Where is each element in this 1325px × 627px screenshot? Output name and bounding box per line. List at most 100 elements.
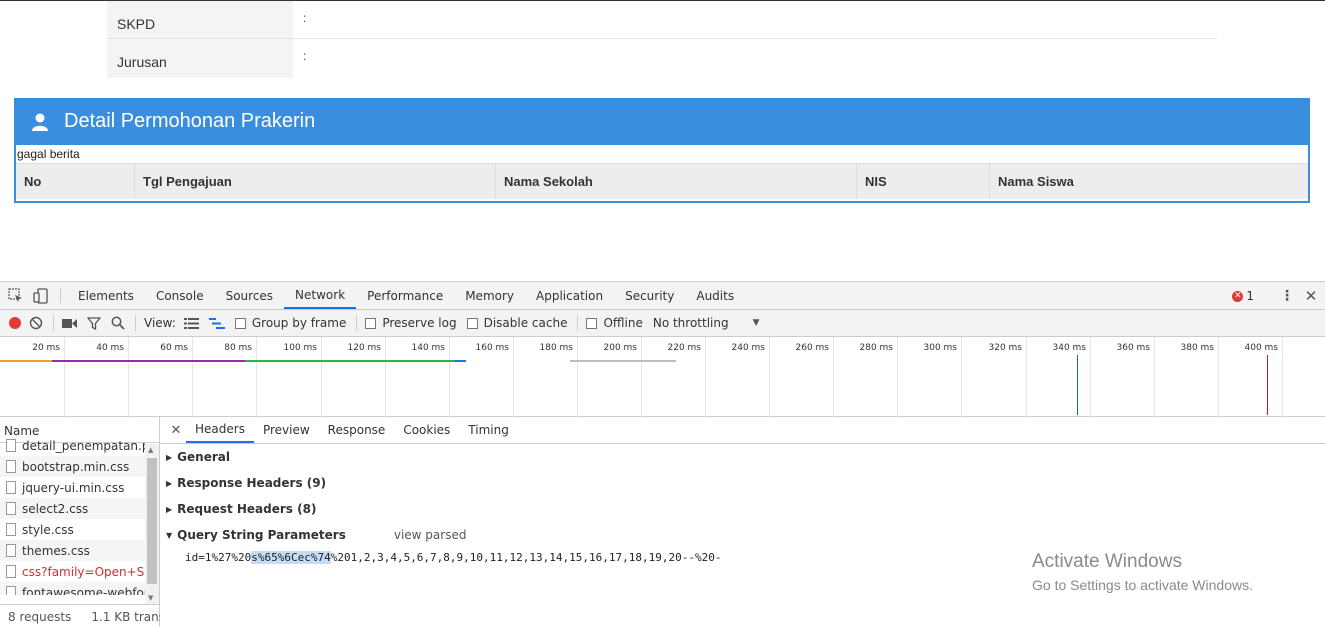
file-icon	[6, 460, 16, 473]
waterfall-view-icon[interactable]	[208, 317, 225, 329]
tab-headers[interactable]: Headers	[186, 417, 254, 443]
timeline-tick-label: 180 ms	[539, 343, 574, 353]
filter-icon[interactable]	[87, 316, 101, 330]
request-name: css?family=Open+Sans	[22, 564, 145, 579]
timeline-tick-label: 40 ms	[96, 343, 124, 353]
close-icon[interactable]: ✕	[1297, 287, 1325, 305]
panel-title: Detail Permohonan Prakerin	[64, 110, 316, 132]
scroll-thumb[interactable]	[147, 458, 157, 584]
request-name: select2.css	[22, 501, 89, 516]
checkbox-label: Disable cache	[483, 316, 568, 330]
timeline-gridline	[897, 337, 898, 417]
column-header-nis[interactable]: NIS	[857, 164, 990, 199]
tab-memory[interactable]: Memory	[454, 282, 525, 309]
offline-checkbox[interactable]: Offline	[586, 316, 643, 330]
timeline-tick-label: 200 ms	[603, 343, 638, 353]
scroll-up-icon[interactable]: ▲	[148, 446, 153, 454]
request-row[interactable]: themes.css	[0, 540, 145, 561]
scroll-down-icon[interactable]: ▼	[148, 594, 153, 602]
timeline-tick-label: 360 ms	[1116, 343, 1151, 353]
info-value: :	[303, 11, 307, 25]
video-camera-icon[interactable]	[62, 318, 77, 329]
preserve-log-checkbox[interactable]: Preserve log	[365, 316, 457, 330]
timeline-bar	[0, 360, 52, 362]
device-toolbar-icon[interactable]	[28, 282, 54, 309]
timeline-gridline	[64, 337, 65, 417]
timeline-gridline	[1154, 337, 1155, 417]
list-view-icon[interactable]	[183, 317, 199, 329]
column-header-tgl-pengajuan[interactable]: Tgl Pengajuan	[135, 164, 496, 199]
query-text: id=1%27%20	[185, 550, 252, 564]
panel-header: Detail Permohonan Prakerin	[16, 98, 1308, 145]
close-detail-icon[interactable]: ✕	[166, 417, 186, 443]
timeline-gridline	[1218, 337, 1219, 417]
tab-audits[interactable]: Audits	[685, 282, 745, 309]
section-request-headers[interactable]: ▶ Request Headers (8)	[160, 496, 1325, 522]
tab-network[interactable]: Network	[284, 282, 357, 309]
section-query-string[interactable]: ▼ Query String Parameters view parsed	[160, 522, 1325, 548]
checkbox-box	[234, 317, 246, 329]
tab-cookies[interactable]: Cookies	[394, 417, 459, 443]
query-text-highlighted: s%65%6Cec%74	[251, 550, 331, 564]
column-header-nama-siswa[interactable]: Nama Siswa	[990, 164, 1308, 199]
timeline-overview[interactable]: 20 ms 40 ms 60 ms 80 ms 100 ms 120 ms 140 ms 16…	[0, 337, 1325, 417]
request-row[interactable]: select2.css	[0, 498, 145, 519]
timeline-gridline	[577, 337, 578, 417]
watermark-title: Activate Windows	[1032, 551, 1182, 572]
file-list: detail_penempatan.ph... bootstrap.min.css…	[0, 435, 159, 595]
error-counter[interactable]: ✕ 1	[1232, 289, 1254, 303]
tab-response[interactable]: Response	[319, 417, 395, 443]
file-icon	[6, 439, 16, 452]
checkbox-label: Preserve log	[382, 316, 457, 330]
record-button[interactable]	[9, 317, 21, 329]
request-row[interactable]: jquery-ui.min.css	[0, 477, 145, 498]
tab-application[interactable]: Application	[525, 282, 614, 309]
request-name: style.css	[22, 522, 74, 537]
checkbox-box	[586, 317, 598, 329]
timeline-tick-label: 240 ms	[731, 343, 766, 353]
checkbox-box	[466, 317, 478, 329]
timeline-tick-label: 340 ms	[1052, 343, 1087, 353]
column-header-no[interactable]: No	[16, 164, 135, 199]
request-list-scrollbar[interactable]: ▲ ▼	[145, 444, 159, 604]
request-row[interactable]: detail_penempatan.ph...	[0, 435, 145, 456]
detail-tabbar: ✕ Headers Preview Response Cookies Timin…	[160, 417, 1325, 444]
kebab-menu-icon[interactable]: ⋮	[1277, 288, 1297, 304]
search-icon[interactable]	[111, 316, 125, 330]
request-row[interactable]: css?family=Open+Sans	[0, 561, 145, 582]
tab-security[interactable]: Security	[614, 282, 685, 309]
clear-icon[interactable]	[29, 316, 43, 330]
checkbox-label: Offline	[603, 316, 643, 330]
request-row[interactable]: bootstrap.min.css	[0, 456, 145, 477]
timeline-tick-label: 260 ms	[795, 343, 830, 353]
timeline-gridline	[705, 337, 706, 417]
file-icon	[6, 586, 16, 595]
transferred-size: 1.1 KB transfer	[91, 609, 160, 624]
tab-sources[interactable]: Sources	[215, 282, 284, 309]
column-header-nama-sekolah[interactable]: Nama Sekolah	[496, 164, 857, 199]
tab-console[interactable]: Console	[145, 282, 215, 309]
timeline-tick-label: 220 ms	[667, 343, 702, 353]
request-row[interactable]: style.css	[0, 519, 145, 540]
view-parsed-link[interactable]: view parsed	[394, 528, 467, 542]
tab-elements[interactable]: Elements	[67, 282, 145, 309]
tab-preview[interactable]: Preview	[254, 417, 319, 443]
devtools-right-controls: ✕ 1 ⋮ ✕	[1232, 282, 1325, 310]
query-text: %201,2,3,4,5,6,7,8,9,10,11,12,13,14,15,1…	[330, 550, 722, 564]
group-by-frame-checkbox[interactable]: Group by frame	[234, 316, 346, 330]
throttling-select[interactable]: No throttling ▼	[653, 316, 760, 330]
timeline-gridline	[1090, 337, 1091, 417]
request-row[interactable]: fontawesome-webfont.	[0, 582, 145, 595]
panel-message: gagal berita	[17, 147, 80, 161]
tab-performance[interactable]: Performance	[356, 282, 454, 309]
disable-cache-checkbox[interactable]: Disable cache	[466, 316, 568, 330]
timeline-bar	[52, 360, 245, 362]
timeline-tick-label: 280 ms	[859, 343, 894, 353]
tab-timing[interactable]: Timing	[459, 417, 518, 443]
section-general[interactable]: ▶ General	[160, 444, 1325, 470]
timeline-tick-label: 160 ms	[475, 343, 510, 353]
info-row-skpd: SKPD :	[107, 1, 1217, 39]
inspect-element-icon[interactable]	[2, 282, 28, 309]
timeline-gridline	[128, 337, 129, 417]
section-response-headers[interactable]: ▶ Response Headers (9)	[160, 470, 1325, 496]
